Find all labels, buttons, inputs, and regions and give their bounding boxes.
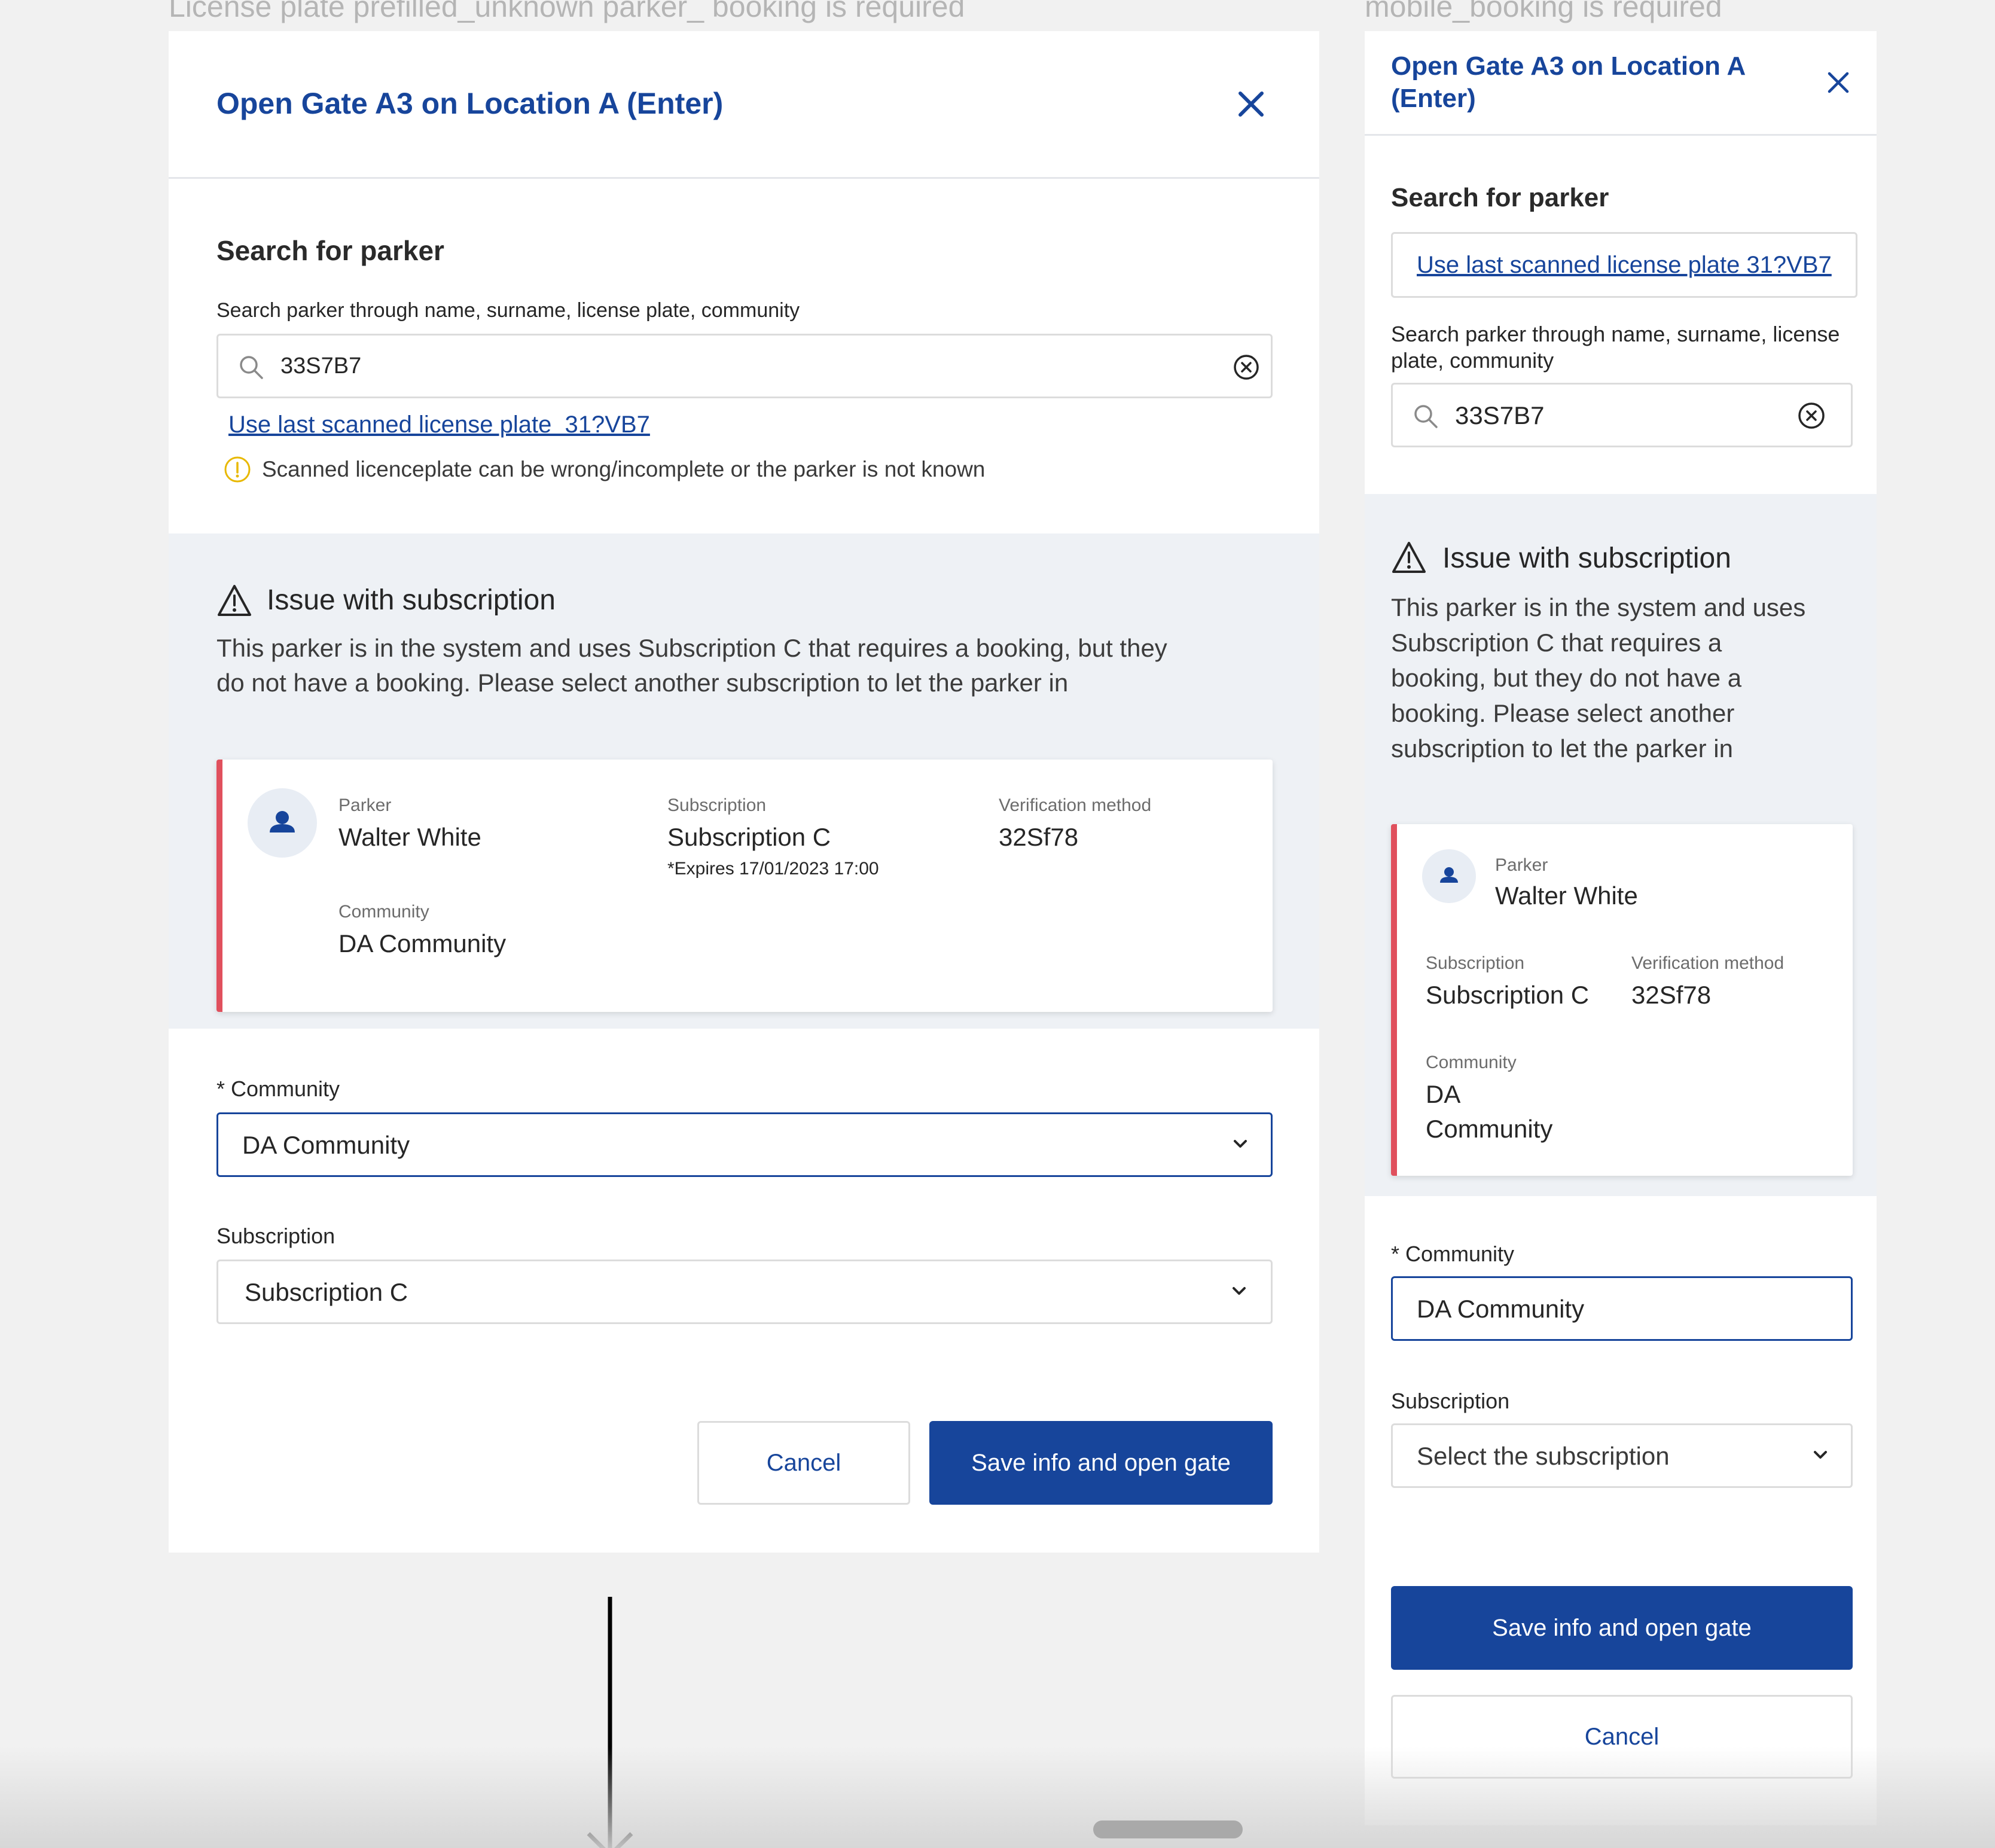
save-open-gate-button-label: Save info and open gate [971, 1449, 1231, 1476]
community-select-value: DA Community [242, 1131, 410, 1159]
parker-label: Parker [338, 795, 392, 815]
info-text: Scanned licenceplate can be wrong/incomp… [262, 457, 986, 481]
use-last-plate-link[interactable]: Use last scanned license plate 31?VB7 [228, 411, 650, 438]
warning-icon [216, 584, 252, 617]
search-label: Search parker through name, surname, lic… [216, 299, 800, 322]
mobile-modal-title-line-2: (Enter) [1391, 84, 1476, 113]
cancel-button[interactable]: Cancel [697, 1421, 910, 1505]
info-icon [224, 456, 251, 483]
mobile-community-select-value: DA Community [1417, 1295, 1585, 1323]
search-icon [239, 355, 264, 380]
chevron-down-icon [1813, 1449, 1828, 1461]
user-icon [270, 811, 295, 832]
mobile-subscription-label: Subscription [1426, 953, 1525, 973]
save-open-gate-button[interactable]: Save info and open gate [929, 1421, 1273, 1505]
chevron-down-icon [1231, 1285, 1247, 1297]
mobile-community-label: Community [1426, 1053, 1517, 1072]
mobile-issue-section: Issue with subscription This parker is i… [1365, 494, 1877, 1196]
flow-caption-right: mobile_booking is required [1365, 0, 1722, 23]
subscription-expires: *Expires 17/01/2023 17:00 [667, 859, 879, 879]
mobile-subscription-placeholder: Select the subscription [1417, 1442, 1670, 1470]
mobile-community-value-line-1: DA [1426, 1080, 1461, 1108]
subscription-select[interactable]: Subscription C [216, 1260, 1273, 1324]
verification-label: Verification method [999, 795, 1152, 815]
avatar [248, 788, 317, 858]
parker-card: Parker Walter White Subscription Subscri… [216, 760, 1273, 1012]
community-value: DA Community [338, 929, 507, 957]
desktop-modal: Open Gate A3 on Location A (Enter) Searc… [169, 31, 1319, 1553]
mobile-cancel-button[interactable]: Cancel [1391, 1695, 1853, 1779]
issue-text-line-1: This parker is in the system and uses Su… [216, 634, 1167, 662]
search-input[interactable]: 33S7B7 [216, 334, 1273, 398]
mobile-modal: Open Gate A3 on Location A (Enter) Searc… [1365, 31, 1877, 1825]
mobile-search-heading: Search for parker [1391, 183, 1609, 212]
mobile-subscription-value: Subscription C [1426, 981, 1590, 1009]
issue-title: Issue with subscription [267, 584, 556, 616]
close-icon[interactable] [1238, 91, 1264, 117]
mobile-subscription-select[interactable]: Select the subscription [1391, 1423, 1853, 1488]
mobile-community-select[interactable]: DA Community [1391, 1276, 1853, 1341]
warning-icon [1391, 541, 1427, 574]
mobile-save-open-gate-button[interactable]: Save info and open gate [1391, 1586, 1853, 1670]
subscription-label: Subscription [667, 795, 767, 815]
scroll-handle[interactable] [1093, 1820, 1243, 1838]
mobile-issue-text-line-3: booking, but they do not have a [1391, 664, 1742, 692]
mobile-search-label-line-2: plate, community [1391, 348, 1554, 373]
mobile-subscription-field-label: Subscription [1391, 1389, 1510, 1413]
mobile-parker-label: Parker [1495, 855, 1548, 875]
community-label: Community [338, 902, 429, 922]
mobile-search-input-value: 33S7B7 [1455, 401, 1545, 429]
close-icon[interactable] [1826, 71, 1850, 94]
community-select[interactable]: DA Community [216, 1112, 1273, 1177]
user-icon [1440, 867, 1458, 883]
issue-text-line-2: do not have a booking. Please select ano… [216, 669, 1069, 697]
mobile-verification-label: Verification method [1631, 953, 1784, 973]
issue-section: Issue with subscription This parker is i… [169, 533, 1319, 1029]
mobile-parker-card: Parker Walter White Subscription Subscri… [1391, 824, 1853, 1176]
subscription-value: Subscription C [667, 823, 831, 851]
modal-title: Open Gate A3 on Location A (Enter) [216, 87, 724, 120]
search-icon [1413, 404, 1438, 429]
subscription-field-label: Subscription [216, 1224, 335, 1248]
mobile-issue-title: Issue with subscription [1442, 542, 1731, 574]
mobile-modal-title-line-1: Open Gate A3 on Location A [1391, 51, 1746, 81]
mobile-community-value-line-2: Community [1426, 1115, 1553, 1143]
community-field-label: * Community [216, 1077, 340, 1101]
flow-arrow-icon [580, 1597, 640, 1848]
mobile-issue-text-line-4: booking. Please select another [1391, 699, 1735, 727]
verification-value: 32Sf78 [999, 823, 1079, 851]
mobile-use-last-plate-link[interactable]: Use last scanned license plate 31?VB7 [1417, 252, 1832, 279]
parker-value: Walter White [338, 823, 481, 851]
search-heading: Search for parker [216, 235, 444, 266]
mobile-search-label-line-1: Search parker through name, surname, lic… [1391, 322, 1840, 346]
cancel-button-label: Cancel [766, 1449, 841, 1476]
mobile-last-plate-box[interactable]: Use last scanned license plate 31?VB7 [1391, 232, 1857, 298]
clear-search-icon[interactable] [1797, 401, 1826, 430]
mobile-parker-value: Walter White [1495, 882, 1638, 910]
flow-caption-left: License plate prefilled_unknown parker_ … [169, 0, 965, 23]
mobile-community-field-label: * Community [1391, 1242, 1515, 1266]
mobile-search-input[interactable]: 33S7B7 [1391, 383, 1853, 447]
mobile-verification-value: 32Sf78 [1631, 981, 1712, 1009]
mobile-issue-text-line-1: This parker is in the system and uses [1391, 593, 1806, 621]
mobile-modal-header: Open Gate A3 on Location A (Enter) [1365, 31, 1877, 136]
mobile-cancel-label: Cancel [1584, 1723, 1660, 1750]
modal-header: Open Gate A3 on Location A (Enter) [169, 31, 1319, 179]
chevron-down-icon [1233, 1138, 1248, 1150]
mobile-save-open-gate-label: Save info and open gate [1492, 1614, 1752, 1641]
mobile-issue-text-line-2: Subscription C that requires a [1391, 629, 1722, 657]
search-input-value: 33S7B7 [280, 353, 362, 379]
mobile-issue-text-line-5: subscription to let the parker in [1391, 734, 1733, 763]
avatar [1422, 849, 1476, 903]
subscription-select-value: Subscription C [245, 1278, 408, 1306]
clear-search-icon[interactable] [1233, 353, 1260, 381]
